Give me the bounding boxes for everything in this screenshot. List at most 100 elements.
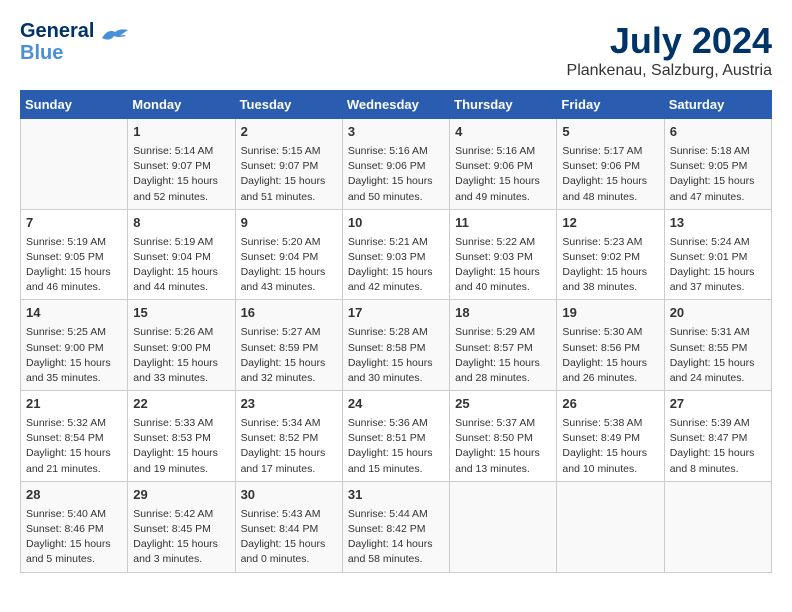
cell-content: Sunrise: 5:27 AMSunset: 8:59 PMDaylight:… (241, 325, 337, 386)
column-header-saturday: Saturday (664, 91, 771, 119)
day-number: 7 (26, 214, 122, 233)
day-number: 3 (348, 123, 444, 142)
cell-content: Sunrise: 5:18 AMSunset: 9:05 PMDaylight:… (670, 144, 766, 205)
calendar-table: SundayMondayTuesdayWednesdayThursdayFrid… (20, 90, 772, 573)
column-header-wednesday: Wednesday (342, 91, 449, 119)
calendar-cell: 12 Sunrise: 5:23 AMSunset: 9:02 PMDayligh… (557, 209, 664, 300)
day-number: 10 (348, 214, 444, 233)
column-header-friday: Friday (557, 91, 664, 119)
day-number: 20 (670, 304, 766, 323)
cell-content: Sunrise: 5:42 AMSunset: 8:45 PMDaylight:… (133, 507, 229, 568)
day-number: 12 (562, 214, 658, 233)
calendar-cell: 22 Sunrise: 5:33 AMSunset: 8:53 PMDayligh… (128, 391, 235, 482)
calendar-cell: 19 Sunrise: 5:30 AMSunset: 8:56 PMDayligh… (557, 300, 664, 391)
day-number: 30 (241, 486, 337, 505)
calendar-cell: 30 Sunrise: 5:43 AMSunset: 8:44 PMDayligh… (235, 481, 342, 572)
day-number: 23 (241, 395, 337, 414)
cell-content: Sunrise: 5:29 AMSunset: 8:57 PMDaylight:… (455, 325, 551, 386)
day-number: 16 (241, 304, 337, 323)
day-number: 25 (455, 395, 551, 414)
calendar-cell: 2 Sunrise: 5:15 AMSunset: 9:07 PMDaylight… (235, 119, 342, 210)
calendar-week-row: 1 Sunrise: 5:14 AMSunset: 9:07 PMDaylight… (21, 119, 772, 210)
location-title: Plankenau, Salzburg, Austria (567, 62, 772, 80)
calendar-cell (557, 481, 664, 572)
day-number: 14 (26, 304, 122, 323)
calendar-cell: 23 Sunrise: 5:34 AMSunset: 8:52 PMDayligh… (235, 391, 342, 482)
calendar-cell (664, 481, 771, 572)
logo-text: General Blue (20, 20, 94, 64)
calendar-cell (21, 119, 128, 210)
cell-content: Sunrise: 5:19 AMSunset: 9:05 PMDaylight:… (26, 235, 122, 296)
day-number: 21 (26, 395, 122, 414)
cell-content: Sunrise: 5:33 AMSunset: 8:53 PMDaylight:… (133, 416, 229, 477)
calendar-week-row: 7 Sunrise: 5:19 AMSunset: 9:05 PMDaylight… (21, 209, 772, 300)
calendar-cell: 18 Sunrise: 5:29 AMSunset: 8:57 PMDayligh… (450, 300, 557, 391)
day-number: 5 (562, 123, 658, 142)
calendar-cell (450, 481, 557, 572)
calendar-cell: 15 Sunrise: 5:26 AMSunset: 9:00 PMDayligh… (128, 300, 235, 391)
cell-content: Sunrise: 5:24 AMSunset: 9:01 PMDaylight:… (670, 235, 766, 296)
calendar-cell: 17Sunrise: 5:28 AMSunset: 8:58 PMDayligh… (342, 300, 449, 391)
day-number: 26 (562, 395, 658, 414)
day-number: 4 (455, 123, 551, 142)
day-number: 8 (133, 214, 229, 233)
cell-content: Sunrise: 5:25 AMSunset: 9:00 PMDaylight:… (26, 325, 122, 386)
cell-content: Sunrise: 5:34 AMSunset: 8:52 PMDaylight:… (241, 416, 337, 477)
calendar-cell: 8 Sunrise: 5:19 AMSunset: 9:04 PMDaylight… (128, 209, 235, 300)
month-title: July 2024 (567, 20, 772, 62)
calendar-week-row: 14 Sunrise: 5:25 AMSunset: 9:00 PMDayligh… (21, 300, 772, 391)
day-number: 24 (348, 395, 444, 414)
day-number: 31 (348, 486, 444, 505)
calendar-cell: 3 Sunrise: 5:16 AMSunset: 9:06 PMDaylight… (342, 119, 449, 210)
cell-content: Sunrise: 5:15 AMSunset: 9:07 PMDaylight:… (241, 144, 337, 205)
calendar-cell: 10 Sunrise: 5:21 AMSunset: 9:03 PMDayligh… (342, 209, 449, 300)
day-number: 1 (133, 123, 229, 142)
cell-content: Sunrise: 5:37 AMSunset: 8:50 PMDaylight:… (455, 416, 551, 477)
day-number: 13 (670, 214, 766, 233)
calendar-cell: 21 Sunrise: 5:32 AMSunset: 8:54 PMDayligh… (21, 391, 128, 482)
calendar-cell: 13 Sunrise: 5:24 AMSunset: 9:01 PMDayligh… (664, 209, 771, 300)
cell-content: Sunrise: 5:14 AMSunset: 9:07 PMDaylight:… (133, 144, 229, 205)
day-number: 6 (670, 123, 766, 142)
day-number: 22 (133, 395, 229, 414)
cell-content: Sunrise: 5:21 AMSunset: 9:03 PMDaylight:… (348, 235, 444, 296)
cell-content: Sunrise: 5:36 AMSunset: 8:51 PMDaylight:… (348, 416, 444, 477)
calendar-cell: 1 Sunrise: 5:14 AMSunset: 9:07 PMDaylight… (128, 119, 235, 210)
calendar-cell: 20Sunrise: 5:31 AMSunset: 8:55 PMDayligh… (664, 300, 771, 391)
column-header-monday: Monday (128, 91, 235, 119)
column-header-sunday: Sunday (21, 91, 128, 119)
calendar-cell: 25 Sunrise: 5:37 AMSunset: 8:50 PMDayligh… (450, 391, 557, 482)
cell-content: Sunrise: 5:20 AMSunset: 9:04 PMDaylight:… (241, 235, 337, 296)
day-number: 9 (241, 214, 337, 233)
cell-content: Sunrise: 5:16 AMSunset: 9:06 PMDaylight:… (455, 144, 551, 205)
logo: General Blue (20, 20, 130, 64)
title-block: July 2024 Plankenau, Salzburg, Austria (567, 20, 772, 80)
calendar-cell: 26 Sunrise: 5:38 AMSunset: 8:49 PMDayligh… (557, 391, 664, 482)
calendar-cell: 16 Sunrise: 5:27 AMSunset: 8:59 PMDayligh… (235, 300, 342, 391)
cell-content: Sunrise: 5:38 AMSunset: 8:49 PMDaylight:… (562, 416, 658, 477)
cell-content: Sunrise: 5:17 AMSunset: 9:06 PMDaylight:… (562, 144, 658, 205)
column-header-thursday: Thursday (450, 91, 557, 119)
calendar-week-row: 21 Sunrise: 5:32 AMSunset: 8:54 PMDayligh… (21, 391, 772, 482)
calendar-cell: 14 Sunrise: 5:25 AMSunset: 9:00 PMDayligh… (21, 300, 128, 391)
calendar-header-row: SundayMondayTuesdayWednesdayThursdayFrid… (21, 91, 772, 119)
calendar-week-row: 28Sunrise: 5:40 AMSunset: 8:46 PMDayligh… (21, 481, 772, 572)
cell-content: Sunrise: 5:19 AMSunset: 9:04 PMDaylight:… (133, 235, 229, 296)
cell-content: Sunrise: 5:23 AMSunset: 9:02 PMDaylight:… (562, 235, 658, 296)
column-header-tuesday: Tuesday (235, 91, 342, 119)
day-number: 19 (562, 304, 658, 323)
day-number: 15 (133, 304, 229, 323)
calendar-cell: 27Sunrise: 5:39 AMSunset: 8:47 PMDayligh… (664, 391, 771, 482)
cell-content: Sunrise: 5:22 AMSunset: 9:03 PMDaylight:… (455, 235, 551, 296)
day-number: 2 (241, 123, 337, 142)
cell-content: Sunrise: 5:43 AMSunset: 8:44 PMDaylight:… (241, 507, 337, 568)
cell-content: Sunrise: 5:30 AMSunset: 8:56 PMDaylight:… (562, 325, 658, 386)
day-number: 11 (455, 214, 551, 233)
cell-content: Sunrise: 5:44 AMSunset: 8:42 PMDaylight:… (348, 507, 444, 568)
day-number: 18 (455, 304, 551, 323)
cell-content: Sunrise: 5:26 AMSunset: 9:00 PMDaylight:… (133, 325, 229, 386)
calendar-cell: 29Sunrise: 5:42 AMSunset: 8:45 PMDayligh… (128, 481, 235, 572)
cell-content: Sunrise: 5:32 AMSunset: 8:54 PMDaylight:… (26, 416, 122, 477)
calendar-cell: 24 Sunrise: 5:36 AMSunset: 8:51 PMDayligh… (342, 391, 449, 482)
cell-content: Sunrise: 5:16 AMSunset: 9:06 PMDaylight:… (348, 144, 444, 205)
